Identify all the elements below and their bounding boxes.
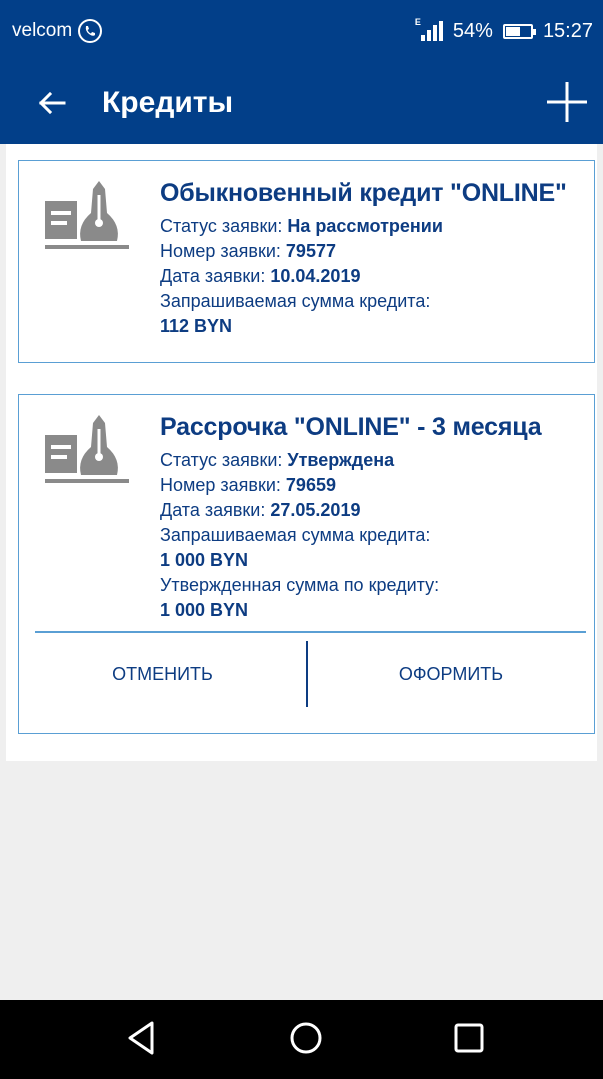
card-body: Обыкновенный кредит "ONLINE" Статус заяв… [160,179,588,339]
credit-card[interactable]: Обыкновенный кредит "ONLINE" Статус заяв… [18,160,595,363]
battery-icon [502,23,536,39]
viber-icon [78,19,103,43]
arrow-left-icon [38,91,66,115]
card-divider [35,631,586,633]
status-line: Статус заявки: Утверждена [160,450,395,470]
status-right: E 54% 15:27 [415,17,593,43]
number-value: 79577 [285,241,336,261]
requested-label: Запрашиваемая сумма кредита: [160,525,431,545]
date-line: Дата заявки: 10.04.2019 [160,266,361,286]
network-type: E [414,17,421,27]
credit-card[interactable]: Рассрочка "ONLINE" - 3 месяца Статус зая… [18,394,595,734]
plus-icon [547,82,587,122]
card-body: Рассрочка "ONLINE" - 3 месяца Статус зая… [160,413,588,623]
pen-nib-card-icon [45,415,129,483]
number-line: Номер заявки: 79659 [160,475,336,495]
requested-label: Запрашиваемая сумма кредита: [160,291,431,311]
status-value: На рассмотрении [287,216,443,236]
status-bar: velcom E 54% 15:27 [0,0,603,62]
status-value: Утверждена [287,450,395,470]
app-bar: Кредиты [0,62,603,144]
requested-value: 1 000 BYN [160,550,249,570]
approved-value: 1 000 BYN [160,600,249,620]
triangle-back-icon[interactable] [126,1020,156,1056]
cancel-button[interactable]: ОТМЕНИТЬ [19,641,306,707]
number-value: 79659 [285,475,336,495]
circle-home-icon[interactable] [288,1020,324,1056]
status-left: velcom [12,19,103,43]
carrier-name: velcom [12,20,73,41]
clock: 15:27 [542,19,593,42]
date-value: 10.04.2019 [270,266,361,286]
requested-value: 112 BYN [160,316,233,336]
card-title: Обыкновенный кредит "ONLINE" [160,179,567,207]
system-nav-bar [0,1000,603,1079]
apply-button[interactable]: ОФОРМИТЬ [308,641,594,707]
signal-icon: E [415,17,443,41]
square-recent-icon[interactable] [452,1020,486,1056]
status-line: Статус заявки: На рассмотрении [160,216,443,236]
number-line: Номер заявки: 79577 [160,241,336,261]
battery-percent: 54% [452,19,493,42]
back-button[interactable] [30,81,74,125]
date-value: 27.05.2019 [270,500,361,520]
card-title: Рассрочка "ONLINE" - 3 месяца [160,413,542,441]
add-credit-button[interactable] [545,80,589,124]
credit-list: Обыкновенный кредит "ONLINE" Статус заяв… [6,144,597,761]
pen-nib-card-icon [45,181,129,249]
date-line: Дата заявки: 27.05.2019 [160,500,361,520]
page-title: Кредиты [102,86,234,119]
approved-label: Утвержденная сумма по кредиту: [160,575,440,595]
